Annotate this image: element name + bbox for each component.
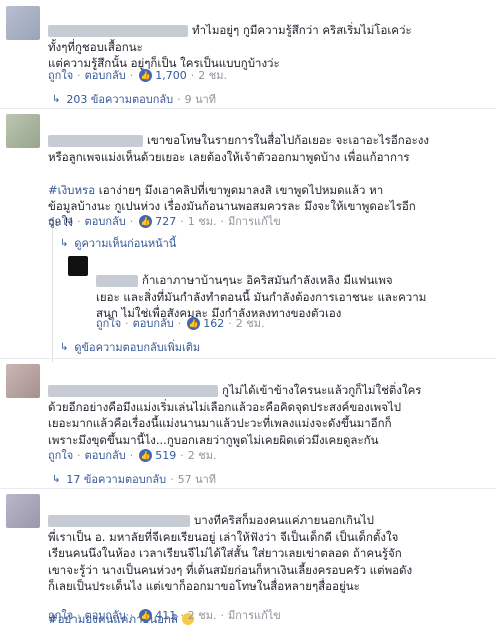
reaction-count[interactable]: 👍 519 [139, 448, 176, 462]
timestamp[interactable]: 2 ชม. [188, 446, 217, 464]
divider [0, 488, 496, 489]
reply-arrow-icon: ↳ [60, 341, 69, 353]
reply-arrow-icon: ↳ [52, 93, 61, 105]
thumbs-up-icon: 👍 [187, 316, 201, 330]
commenter-name-redacted[interactable] [48, 134, 143, 147]
thread-line [52, 228, 53, 362]
commenter-name-redacted[interactable] [48, 24, 188, 37]
comment-actions: ถูกใจ · ตอบกลับ · 👍 519 · 2 ชม. [48, 446, 216, 464]
reaction-count[interactable]: 👍 727 [139, 214, 176, 228]
reply-arrow-icon: ↳ [60, 237, 69, 249]
commenter-name-redacted[interactable] [48, 514, 190, 527]
avatar[interactable] [6, 6, 40, 40]
timestamp[interactable]: 2 ชม. [188, 606, 217, 624]
divider [0, 358, 496, 359]
reply-button[interactable]: ตอบกลับ [133, 314, 174, 332]
reply-arrow-icon: ↳ [52, 473, 61, 485]
comment-actions: ถูกใจ · ตอบกลับ · 👍 727 · 1 ชม. · มีการแ… [48, 212, 281, 230]
comment-actions: ถูกใจ · ตอบกลับ · 👍 411 · 2 ชม. · มีการแ… [48, 606, 281, 624]
reply-avatar[interactable] [68, 256, 88, 276]
reply-button[interactable]: ตอบกลับ [85, 446, 126, 464]
replier-name-redacted[interactable] [96, 274, 138, 287]
avatar[interactable] [6, 114, 40, 148]
view-replies-link[interactable]: ↳ 17 ข้อความตอบกลับ · 57 นาที [52, 470, 216, 488]
comment-actions: ถูกใจ · ตอบกลับ · 👍 1,700 · 2 ชม. [48, 66, 227, 84]
reaction-count[interactable]: 👍 411 [139, 608, 176, 622]
avatar[interactable] [6, 364, 40, 398]
thumbs-up-icon: 👍 [139, 214, 153, 228]
like-button[interactable]: ถูกใจ [48, 606, 73, 624]
timestamp[interactable]: 1 ชม. [188, 212, 217, 230]
reply-button[interactable]: ตอบกลับ [85, 606, 126, 624]
thumbs-up-icon: 👍 [139, 608, 153, 622]
avatar[interactable] [6, 494, 40, 528]
like-button[interactable]: ถูกใจ [48, 66, 73, 84]
reply-button[interactable]: ตอบกลับ [85, 66, 126, 84]
thumbs-up-icon: 👍 [139, 448, 153, 462]
reaction-count[interactable]: 👍 162 [187, 316, 224, 330]
view-previous-link[interactable]: ↳ ดูความเห็นก่อนหน้านี้ [60, 234, 176, 252]
like-button[interactable]: ถูกใจ [48, 446, 73, 464]
reply-button[interactable]: ตอบกลับ [85, 212, 126, 230]
commenter-name-redacted[interactable] [48, 384, 218, 397]
edited-label[interactable]: มีการแก้ไข [228, 606, 281, 624]
divider [0, 108, 496, 109]
timestamp[interactable]: 2 ชม. [198, 66, 227, 84]
like-button[interactable]: ถูกใจ [96, 314, 121, 332]
reaction-count[interactable]: 👍 1,700 [139, 68, 187, 82]
view-replies-link[interactable]: ↳ 203 ข้อความตอบกลับ · 9 นาที [52, 90, 216, 108]
timestamp[interactable]: 2 ชม. [236, 314, 265, 332]
hashtag-link[interactable]: #เงิบหรอ [48, 183, 95, 197]
view-more-replies-link[interactable]: ↳ ดูข้อความตอบกลับเพิ่มเติม [60, 338, 200, 356]
edited-label[interactable]: มีการแก้ไข [228, 212, 281, 230]
thumbs-up-icon: 👍 [139, 68, 153, 82]
reply-actions: ถูกใจ · ตอบกลับ · 👍 162 · 2 ชม. [96, 314, 264, 332]
